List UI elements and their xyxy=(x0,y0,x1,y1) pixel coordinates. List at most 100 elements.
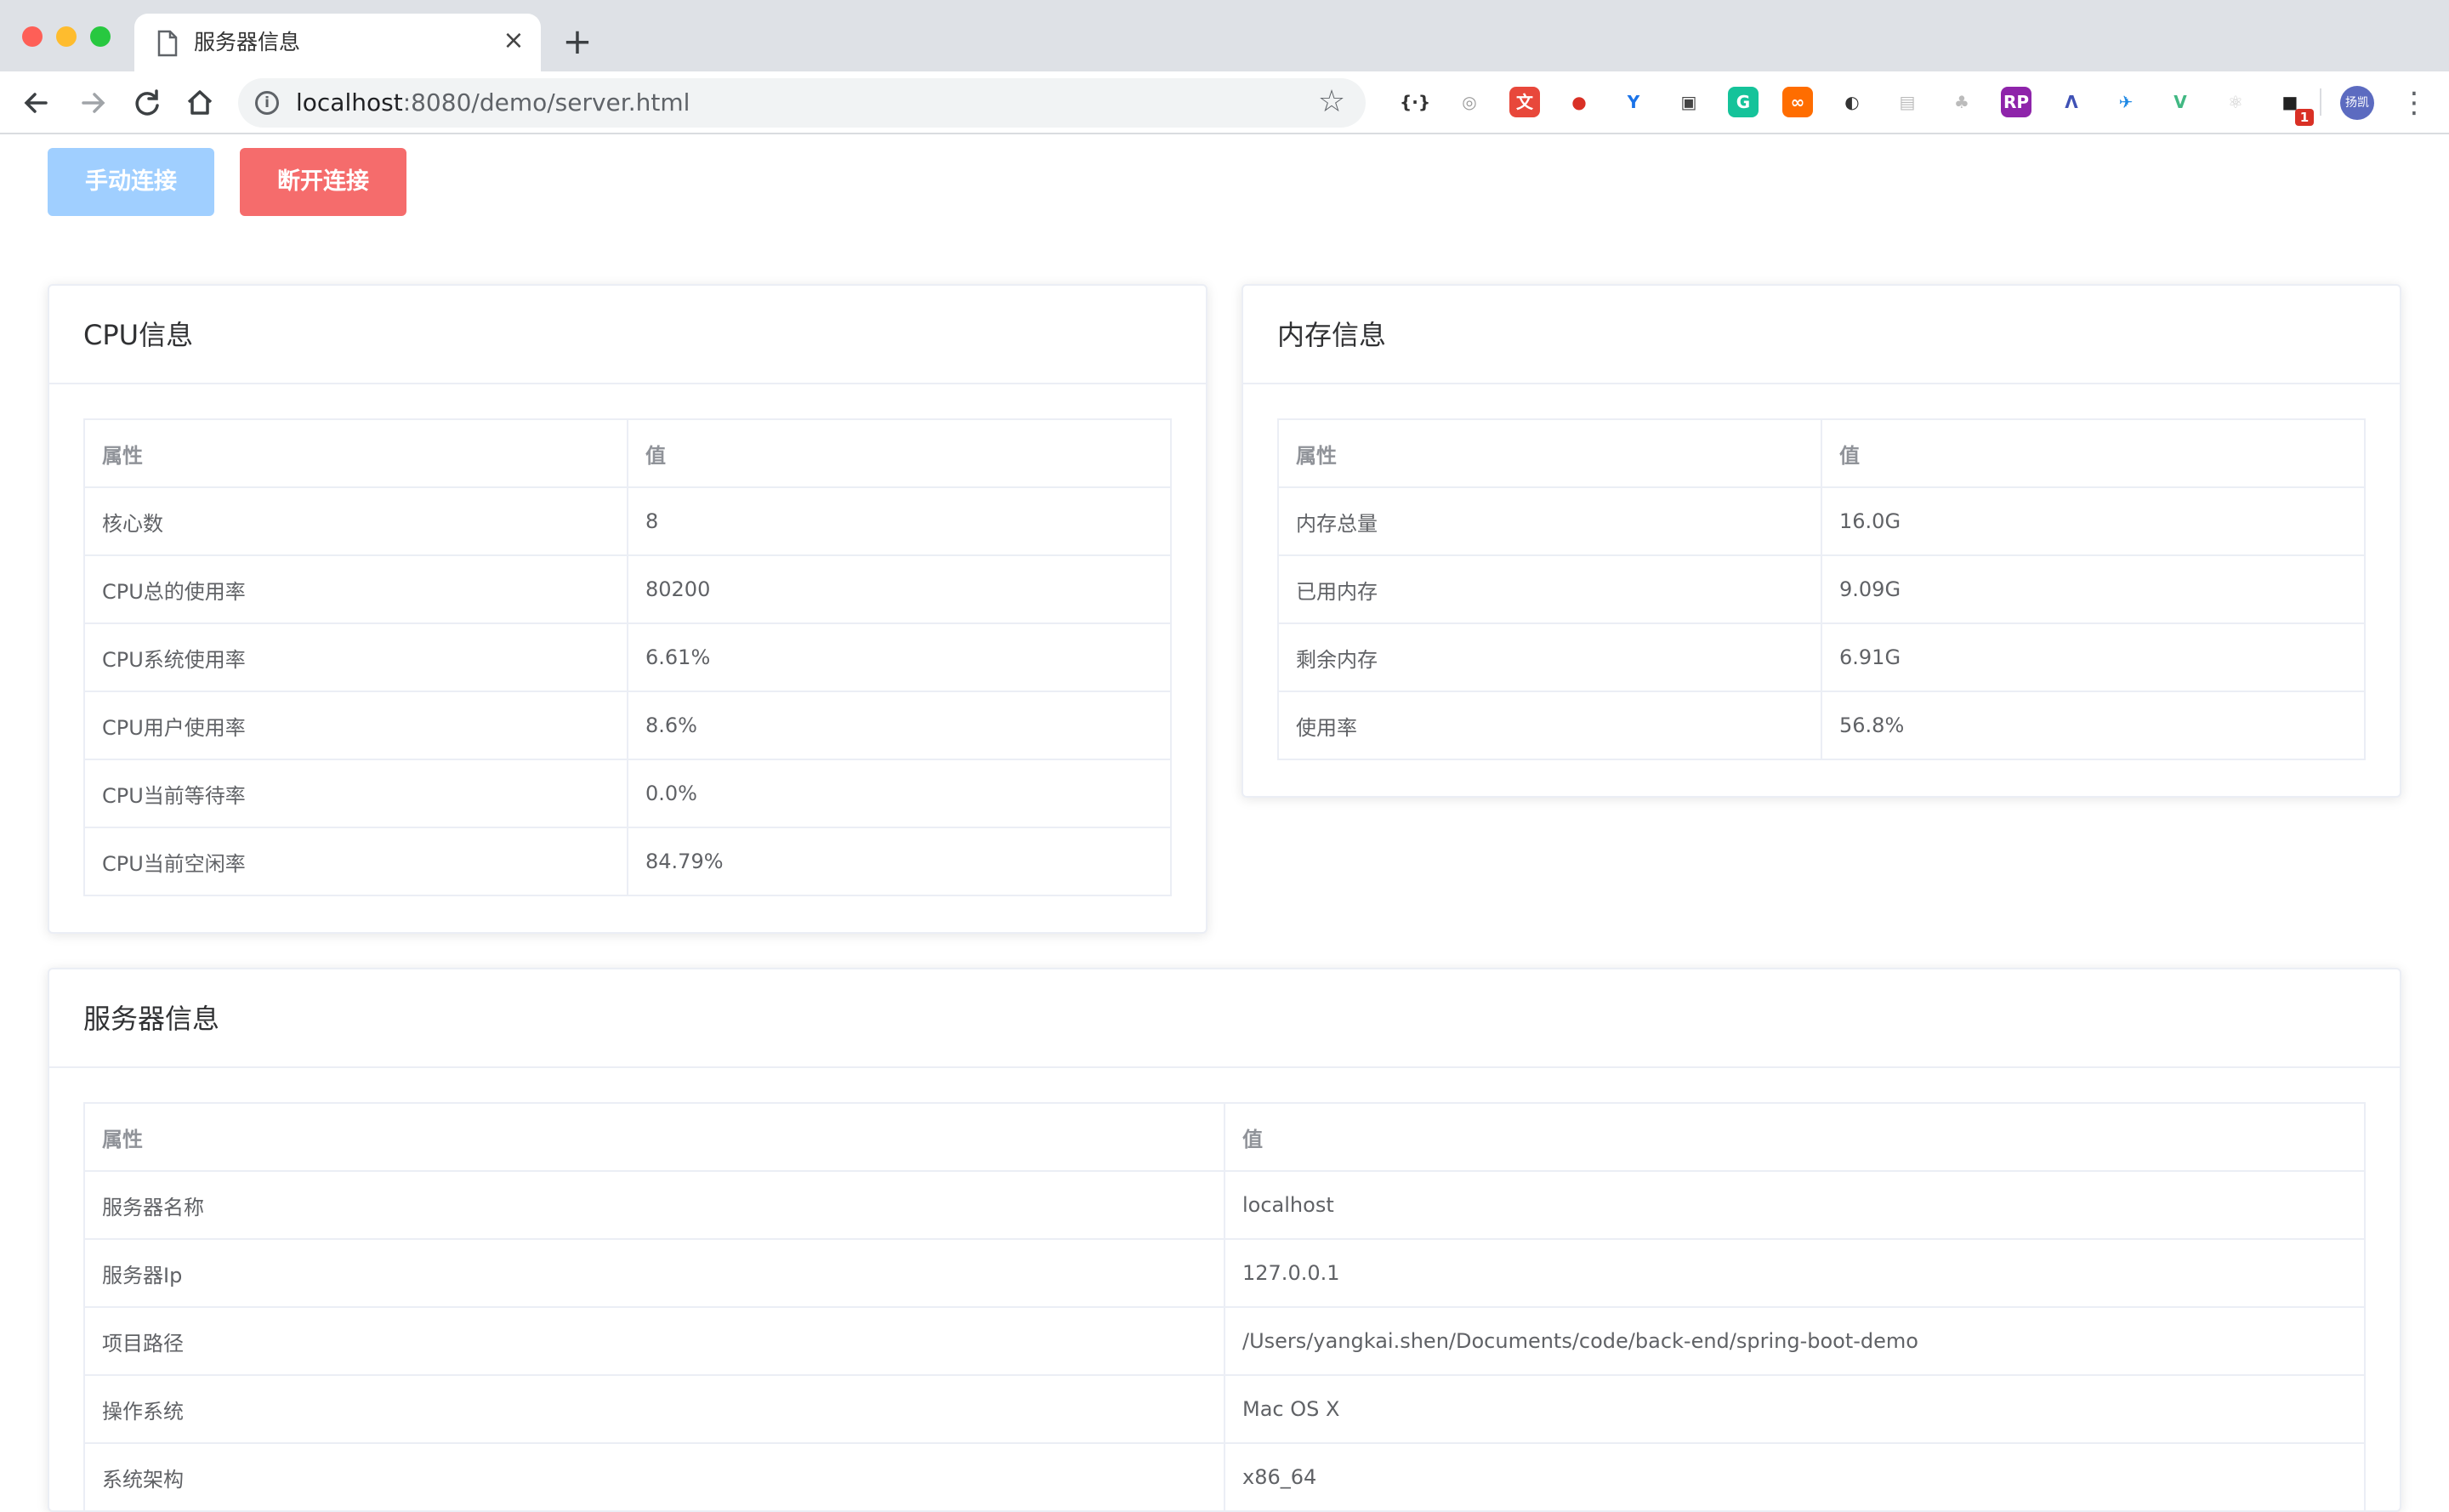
document-icon xyxy=(157,30,178,57)
infinity-icon[interactable]: ∞ xyxy=(1782,87,1813,117)
column-header-property: 属性 xyxy=(83,418,628,488)
arrow-right-icon xyxy=(82,93,105,113)
connect-button[interactable]: 手动连接 xyxy=(48,148,214,216)
qr-icon[interactable]: ▤ xyxy=(1892,87,1923,117)
value-cell: 84.79% xyxy=(627,827,1172,896)
forward-button[interactable] xyxy=(73,83,112,122)
site-info-icon[interactable]: i xyxy=(255,91,279,115)
react-icon[interactable]: ⚛ xyxy=(2220,87,2251,117)
property-cell: 服务器Ip xyxy=(83,1238,1225,1308)
value-cell: /Users/yangkai.shen/Documents/code/back-… xyxy=(1224,1306,2366,1376)
arrow-left-icon xyxy=(24,93,48,113)
back-button[interactable] xyxy=(17,83,56,122)
column-header-value: 值 xyxy=(1821,418,2366,488)
rp-icon[interactable]: RP xyxy=(2001,87,2031,117)
column-header-value: 值 xyxy=(1224,1102,2366,1172)
bird-icon[interactable]: ✈ xyxy=(2111,87,2141,117)
property-cell: 服务器名称 xyxy=(83,1170,1225,1240)
value-cell: 8 xyxy=(627,486,1172,556)
address-bar[interactable]: i localhost:8080/demo/server.html ☆ xyxy=(238,78,1366,128)
grammarly-icon[interactable]: G xyxy=(1728,87,1759,117)
property-cell: CPU当前等待率 xyxy=(83,759,628,828)
table-row: CPU总的使用率 80200 xyxy=(83,554,1172,624)
value-cell: x86_64 xyxy=(1224,1442,2366,1510)
table-row: CPU当前空闲率 84.79% xyxy=(83,827,1172,896)
browser-tab-active[interactable]: 服务器信息 × xyxy=(134,14,541,71)
property-cell: 系统架构 xyxy=(83,1442,1225,1510)
dark-circle-icon[interactable]: ◐ xyxy=(1837,87,1867,117)
property-cell: 使用率 xyxy=(1277,691,1822,760)
window-minimize-button[interactable] xyxy=(56,26,77,47)
property-cell: CPU系统使用率 xyxy=(83,622,628,692)
window-close-button[interactable] xyxy=(22,26,43,47)
value-cell: 80200 xyxy=(627,554,1172,624)
profile-avatar[interactable]: 扬凯 xyxy=(2340,86,2374,120)
memory-card-title: 内存信息 xyxy=(1243,286,2400,384)
url-host: localhost xyxy=(296,88,403,117)
table-row: 项目路径/Users/yangkai.shen/Documents/code/b… xyxy=(83,1306,2366,1376)
memory-info-card: 内存信息 属性值内存总量 16.0G 已用内存 9.09G 剩余内存 6.91G 使用率 56… xyxy=(1242,284,2401,798)
table-row: 核心数 8 xyxy=(83,486,1172,556)
value-cell: 127.0.0.1 xyxy=(1224,1238,2366,1308)
table-row: 服务器Ip 127.0.0.1 xyxy=(83,1238,2366,1308)
server-info-card: 服务器信息 属性值服务器名称 localhost 服务器Ip 127.0.0.1 项目路… xyxy=(48,968,2401,1512)
extension-badge: 1 xyxy=(2295,109,2314,126)
camera-lens-icon[interactable]: ◎ xyxy=(1454,87,1485,117)
value-cell: 16.0G xyxy=(1821,486,2366,556)
browser-menu-icon[interactable]: ⋮ xyxy=(2400,83,2429,122)
table-row: CPU当前等待率 0.0% xyxy=(83,759,1172,828)
url-path: :8080/demo/server.html xyxy=(402,88,690,117)
camera-icon[interactable]: ▣ xyxy=(1673,87,1704,117)
column-header-property: 属性 xyxy=(83,1102,1225,1172)
table-header-row: 属性值 xyxy=(1277,418,2366,488)
property-cell: 操作系统 xyxy=(83,1374,1225,1444)
property-cell: 剩余内存 xyxy=(1277,622,1822,692)
column-header-value: 值 xyxy=(627,418,1172,488)
property-cell: CPU当前空闲率 xyxy=(83,827,628,896)
property-cell: 核心数 xyxy=(83,486,628,556)
home-button[interactable] xyxy=(180,83,219,122)
property-cell: 已用内存 xyxy=(1277,554,1822,624)
table-row: 内存总量 16.0G xyxy=(1277,486,2366,556)
vue-devtools-icon[interactable]: V xyxy=(2165,87,2196,117)
santa-icon[interactable]: ● xyxy=(1564,87,1594,117)
lambda-icon[interactable]: Λ xyxy=(2056,87,2087,117)
tree-icon[interactable]: ♣ xyxy=(1946,87,1977,117)
value-cell: Mac OS X xyxy=(1224,1374,2366,1444)
url-text[interactable]: localhost:8080/demo/server.html xyxy=(296,88,690,117)
toolbar-divider xyxy=(2320,88,2321,116)
table-row: CPU系统使用率 6.61% xyxy=(83,622,1172,692)
property-cell: CPU用户使用率 xyxy=(83,691,628,760)
column-header-property: 属性 xyxy=(1277,418,1822,488)
json-viewer-icon[interactable]: {·} xyxy=(1400,87,1430,117)
tab-close-icon[interactable]: × xyxy=(498,26,529,56)
cpu-card-title: CPU信息 xyxy=(49,286,1206,384)
property-cell: 内存总量 xyxy=(1277,486,1822,556)
table-header-row: 属性值 xyxy=(83,1102,2366,1172)
notification-extension-icon[interactable]: ■ 1 xyxy=(2275,87,2314,126)
browser-tab-strip: 服务器信息 × + xyxy=(0,0,2449,71)
reload-button[interactable] xyxy=(128,83,167,122)
property-cell: 项目路径 xyxy=(83,1306,1225,1376)
property-cell: CPU总的使用率 xyxy=(83,554,628,624)
window-zoom-button[interactable] xyxy=(90,26,111,47)
y-extension-icon[interactable]: Y xyxy=(1618,87,1649,117)
table-row: 系统架构 x86_64 xyxy=(83,1442,2366,1510)
value-cell: 56.8% xyxy=(1821,691,2366,760)
value-cell: 8.6% xyxy=(627,691,1172,760)
value-cell: 9.09G xyxy=(1821,554,2366,624)
value-cell: localhost xyxy=(1224,1170,2366,1240)
new-tab-button[interactable]: + xyxy=(560,24,595,60)
tab-title: 服务器信息 xyxy=(194,30,301,54)
table-row: 已用内存 9.09G xyxy=(1277,554,2366,624)
table-row: 剩余内存 6.91G xyxy=(1277,622,2366,692)
bookmark-star-icon[interactable]: ☆ xyxy=(1315,85,1349,119)
cpu-info-table: 属性值核心数 8 CPU总的使用率 80200 CPU系统使用率 6.61% CPU用户使用… xyxy=(83,418,1172,896)
value-cell: 6.61% xyxy=(627,622,1172,692)
cpu-info-card: CPU信息 属性值核心数 8 CPU总的使用率 80200 CPU系统使用率 6.61% C… xyxy=(48,284,1207,934)
server-card-title: 服务器信息 xyxy=(49,969,2400,1068)
disconnect-button[interactable]: 断开连接 xyxy=(240,148,406,216)
value-cell: 0.0% xyxy=(627,759,1172,828)
reload-icon xyxy=(135,89,159,116)
translate-icon[interactable]: 文 xyxy=(1509,87,1540,117)
